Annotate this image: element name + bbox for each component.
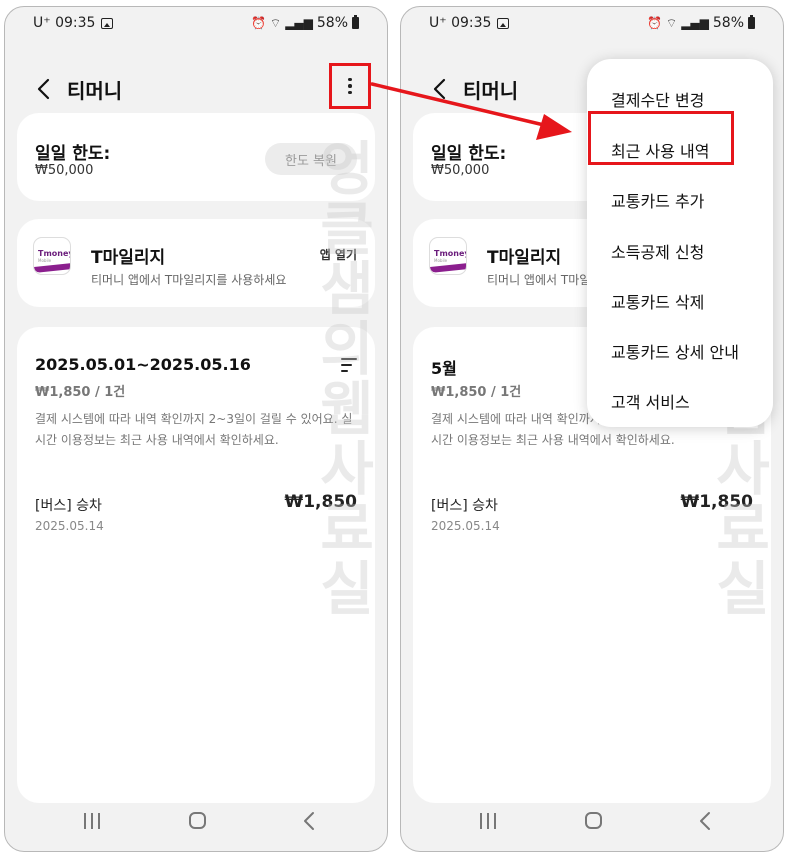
period-label: 2025.05.01~2025.05.16 bbox=[35, 355, 251, 374]
open-app-link[interactable]: 앱 열기 bbox=[320, 246, 357, 263]
logo-subtext: Mobile bbox=[434, 258, 448, 263]
system-nav-bar bbox=[5, 807, 387, 837]
battery-percent: 58% bbox=[712, 15, 744, 31]
page-title: 티머니 bbox=[67, 79, 123, 103]
more-options-icon[interactable] bbox=[329, 63, 371, 109]
menu-item-card-details[interactable]: 교통카드 상세 안내 bbox=[611, 339, 739, 363]
tmoney-logo: Tmoney Mobile bbox=[33, 237, 71, 275]
mileage-card: Tmoney Mobile T마일리지 티머니 앱에서 T마일리지를 사용하세요… bbox=[17, 219, 375, 307]
period-label: 5월 bbox=[431, 359, 457, 378]
transaction-amount: ₩1,850 bbox=[284, 492, 357, 512]
recent-apps-icon[interactable] bbox=[479, 813, 497, 829]
home-icon[interactable] bbox=[585, 812, 602, 829]
logo-text: Tmoney bbox=[38, 249, 71, 258]
highlight-box bbox=[588, 111, 734, 165]
signal-icon: ▂▄▆ bbox=[285, 16, 313, 30]
transaction-row[interactable]: [버스] 승차 2025.05.14 ₩1,850 bbox=[17, 489, 375, 539]
recent-apps-icon[interactable] bbox=[83, 813, 101, 829]
alarm-icon: ⏰ bbox=[646, 16, 662, 30]
page-title: 티머니 bbox=[463, 79, 519, 103]
battery-icon bbox=[748, 15, 755, 29]
battery-percent: 58% bbox=[316, 15, 348, 31]
system-nav-bar bbox=[401, 807, 783, 837]
limit-title: 일일 한도: bbox=[431, 144, 507, 164]
nav-back-icon[interactable] bbox=[699, 811, 711, 831]
carrier-time: U⁺ 09:35 bbox=[429, 15, 492, 31]
limit-value: ₩50,000 bbox=[431, 163, 490, 178]
logo-subtext: Mobile bbox=[38, 258, 52, 263]
gallery-icon bbox=[497, 17, 510, 29]
status-bar: U⁺ 09:35 ⏰ ⌔ ▂▄▆ 58% bbox=[5, 15, 387, 37]
nav-back-icon[interactable] bbox=[303, 811, 315, 831]
menu-item-tax-deduction[interactable]: 소득공제 신청 bbox=[611, 239, 704, 263]
mileage-title: T마일리지 bbox=[91, 248, 166, 268]
carrier-time: U⁺ 09:35 bbox=[33, 15, 96, 31]
usage-history-card: 2025.05.01~2025.05.16 ₩1,850 / 1건 결제 시스템… bbox=[17, 327, 375, 803]
transaction-amount: ₩1,850 bbox=[680, 492, 753, 512]
limit-title: 일일 한도: bbox=[35, 144, 111, 164]
back-arrow-icon[interactable] bbox=[429, 75, 453, 103]
mileage-description: 티머니 앱에서 T마일리지를 사용하세요 bbox=[91, 273, 287, 287]
wifi-icon: ⌔ bbox=[665, 15, 678, 30]
signal-icon: ▂▄▆ bbox=[681, 16, 709, 30]
status-bar: U⁺ 09:35 ⏰ ⌔ ▂▄▆ 58% bbox=[401, 15, 783, 37]
menu-item-change-payment[interactable]: 결제수단 변경 bbox=[611, 87, 704, 111]
restore-limit-button[interactable]: 한도 복원 bbox=[265, 143, 357, 175]
limit-value: ₩50,000 bbox=[35, 163, 94, 178]
phone-screen-left: U⁺ 09:35 ⏰ ⌔ ▂▄▆ 58% 티머니 일일 한도: ₩50,000 … bbox=[4, 6, 388, 852]
menu-item-delete-card[interactable]: 교통카드 삭제 bbox=[611, 289, 704, 313]
sort-icon[interactable] bbox=[341, 357, 357, 373]
transaction-title: [버스] 승차 bbox=[431, 498, 498, 514]
usage-summary: ₩1,850 / 1건 bbox=[431, 385, 522, 400]
gallery-icon bbox=[101, 17, 114, 29]
phone-screen-right: U⁺ 09:35 ⏰ ⌔ ▂▄▆ 58% 티머니 일일 한도: ₩50,000 … bbox=[400, 6, 784, 852]
home-icon[interactable] bbox=[189, 812, 206, 829]
usage-summary: ₩1,850 / 1건 bbox=[35, 385, 126, 400]
back-arrow-icon[interactable] bbox=[33, 75, 57, 103]
wifi-icon: ⌔ bbox=[269, 15, 282, 30]
tmoney-logo: Tmoney Mobile bbox=[429, 237, 467, 275]
mileage-title: T마일리지 bbox=[487, 248, 562, 268]
logo-text: Tmoney bbox=[434, 249, 467, 258]
battery-icon bbox=[352, 15, 359, 29]
menu-item-add-card[interactable]: 교통카드 추가 bbox=[611, 188, 704, 212]
delay-notice: 결제 시스템에 따라 내역 확인까지 2~3일이 걸릴 수 있어요. 실시간 이… bbox=[35, 412, 353, 447]
transaction-title: [버스] 승차 bbox=[35, 498, 102, 514]
transaction-date: 2025.05.14 bbox=[431, 519, 500, 533]
menu-item-customer-service[interactable]: 고객 서비스 bbox=[611, 389, 690, 413]
daily-limit-card: 일일 한도: ₩50,000 한도 복원 bbox=[17, 113, 375, 201]
transaction-date: 2025.05.14 bbox=[35, 519, 104, 533]
app-bar: 티머니 bbox=[5, 63, 387, 111]
transaction-row[interactable]: [버스] 승차 2025.05.14 ₩1,850 bbox=[413, 489, 771, 539]
alarm-icon: ⏰ bbox=[250, 16, 266, 30]
